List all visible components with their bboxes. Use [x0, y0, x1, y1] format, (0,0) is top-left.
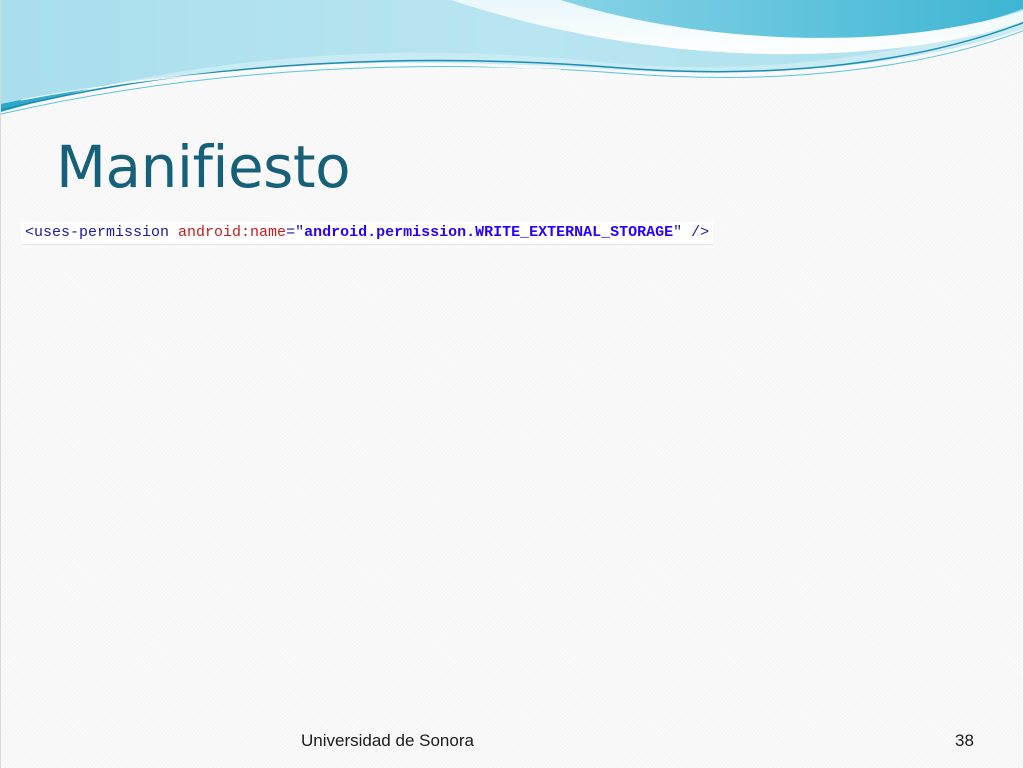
header-wave-decoration [1, 0, 1023, 115]
slide-title: Manifiesto [56, 133, 351, 201]
footer-institution: Universidad de Sonora [301, 731, 474, 750]
code-attribute-name: android:name [178, 224, 287, 241]
code-equals: =" [286, 224, 305, 241]
code-attribute-value: android.permission.WRITE_EXTERNAL_STORAG… [304, 224, 674, 241]
code-snippet: <uses-permission android:name="android.p… [21, 222, 714, 245]
page-number: 38 [955, 731, 974, 750]
code-tag-open: <uses-permission [25, 224, 179, 241]
code-tag-close: " /> [673, 224, 710, 241]
slide: Manifiesto <uses-permission android:name… [0, 0, 1024, 768]
